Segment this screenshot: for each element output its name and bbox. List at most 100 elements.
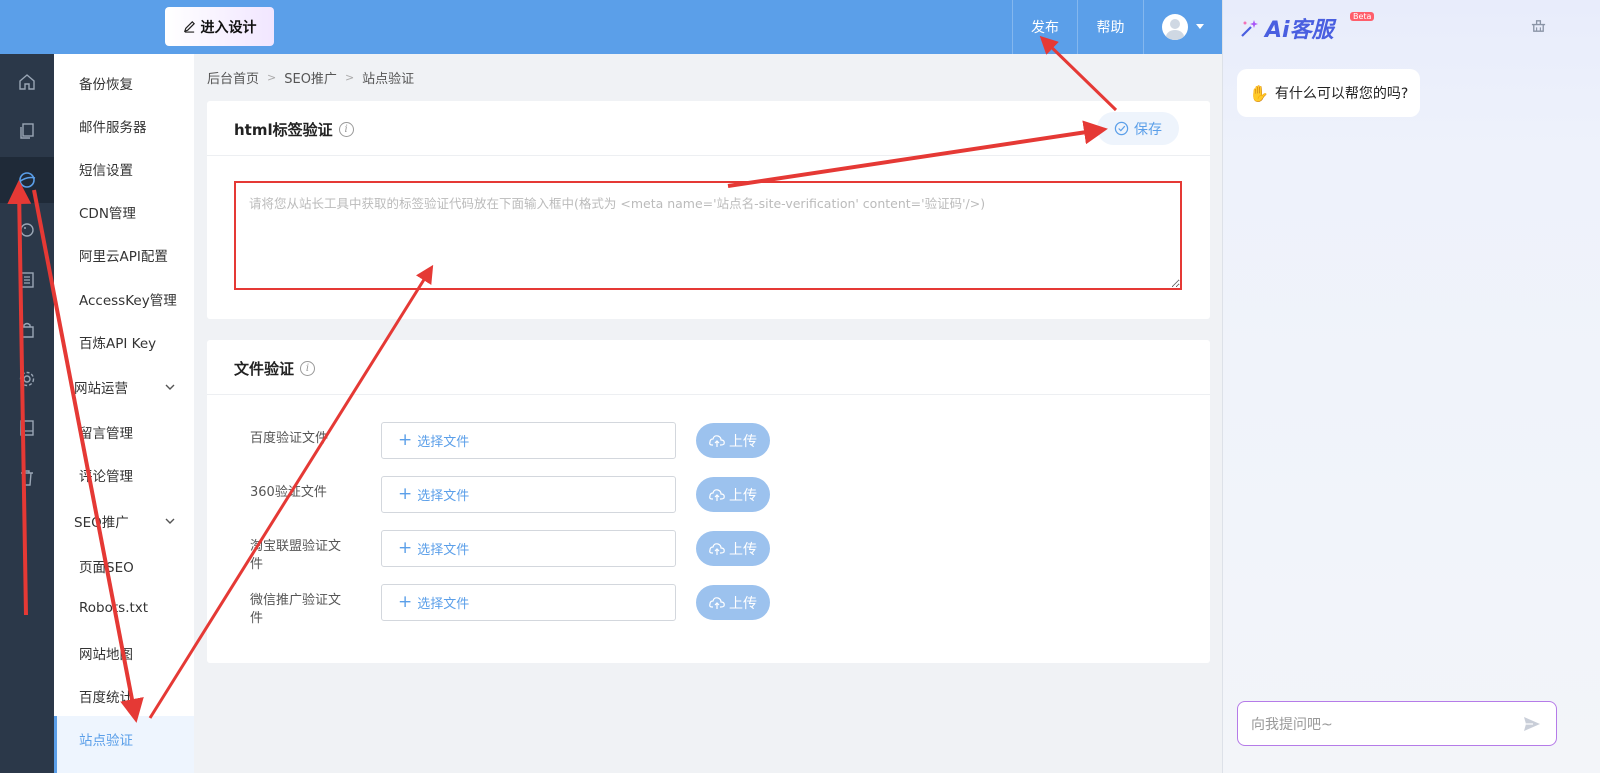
file-verify-title-text: 文件验证 xyxy=(234,360,295,378)
choose-file-button[interactable]: + 选择文件 xyxy=(381,530,676,567)
info-icon[interactable]: i xyxy=(338,122,354,137)
menu-item-sitemap[interactable]: 网站地图 xyxy=(79,643,133,663)
info-icon[interactable]: i xyxy=(300,361,316,376)
upload-label: 上传 xyxy=(729,433,757,450)
meta-tag-placeholder: 请将您从站长工具中获取的标签验证代码放在下面输入框中(格式为 <meta nam… xyxy=(249,196,986,211)
breadcrumb: 后台首页 > SEO推广 > 站点验证 xyxy=(207,68,414,87)
choose-file-label: 选择文件 xyxy=(417,489,470,504)
globe-icon[interactable] xyxy=(13,166,41,194)
file-row-baidu: 百度验证文件 + 选择文件 上传 xyxy=(207,422,807,462)
upload-label: 上传 xyxy=(729,595,757,612)
file-row-label: 360验证文件 xyxy=(250,485,327,500)
file-row-360: 360验证文件 + 选择文件 上传 xyxy=(207,476,807,516)
file-row-label: 淘宝联盟验证文件 xyxy=(250,539,342,572)
chevron-down-icon xyxy=(165,518,175,524)
send-icon[interactable] xyxy=(1522,714,1542,734)
file-row-wechat: 微信推广验证文件 + 选择文件 上传 xyxy=(207,584,807,626)
file-verify-title: 文件验证 i xyxy=(234,358,316,379)
menu-item-accesskey[interactable]: AccessKey管理 xyxy=(79,289,177,309)
file-row-label: 百度验证文件 xyxy=(250,431,329,446)
book-icon[interactable] xyxy=(13,414,41,442)
beta-badge: Beta xyxy=(1350,12,1375,21)
trash-icon[interactable] xyxy=(13,464,41,492)
choose-file-button[interactable]: + 选择文件 xyxy=(381,422,676,459)
breadcrumb-separator: > xyxy=(267,71,277,84)
divider xyxy=(207,155,1210,156)
greeting-bubble: ✋ 有什么可以帮您的吗? xyxy=(1237,69,1421,117)
breadcrumb-current: 站点验证 xyxy=(362,72,415,87)
wave-hand-icon: ✋ xyxy=(1249,83,1269,103)
cloud-upload-icon xyxy=(709,596,725,609)
save-label: 保存 xyxy=(1134,121,1162,138)
menu-group-seo[interactable]: SEO推广 xyxy=(74,511,129,531)
pages-icon[interactable] xyxy=(13,117,41,145)
edit-icon xyxy=(183,21,195,33)
enter-design-label: 进入设计 xyxy=(200,19,257,36)
list-icon[interactable] xyxy=(13,266,41,294)
gear-icon[interactable] xyxy=(13,365,41,393)
greeting-text: 有什么可以帮您的吗? xyxy=(1274,86,1409,102)
file-row-label: 微信推广验证文件 xyxy=(250,593,342,626)
menu-item-page-seo[interactable]: 页面SEO xyxy=(79,556,134,576)
menu-item-messages[interactable]: 留言管理 xyxy=(79,422,133,442)
html-verify-title-text: html标签验证 xyxy=(234,121,333,139)
save-button[interactable]: 保存 xyxy=(1097,112,1179,145)
menu-item-aliyun-api[interactable]: 阿里云API配置 xyxy=(79,245,168,265)
meta-tag-textarea[interactable]: 请将您从站长工具中获取的标签验证代码放在下面输入框中(格式为 <meta nam… xyxy=(234,181,1182,290)
cloud-upload-icon xyxy=(709,488,725,501)
upload-label: 上传 xyxy=(729,487,757,504)
choose-file-label: 选择文件 xyxy=(417,435,470,450)
upload-button[interactable]: 上传 xyxy=(696,423,770,458)
menu-item-sms[interactable]: 短信设置 xyxy=(79,159,133,179)
upload-label: 上传 xyxy=(729,541,757,558)
upload-button[interactable]: 上传 xyxy=(696,531,770,566)
palette-icon[interactable] xyxy=(13,216,41,244)
ai-chat-panel: Ai客服 Beta ✋ 有什么可以帮您的吗? 向我提问吧~ xyxy=(1222,0,1600,773)
check-circle-icon xyxy=(1114,121,1129,136)
publish-label: 发布 xyxy=(1031,20,1059,36)
menu-item-site-verify[interactable]: 站点验证 xyxy=(79,729,133,749)
menu-item-mail-server[interactable]: 邮件服务器 xyxy=(79,116,147,136)
divider xyxy=(207,394,1210,395)
avatar xyxy=(1162,14,1188,40)
breadcrumb-home[interactable]: 后台首页 xyxy=(207,68,259,87)
menu-item-backup[interactable]: 备份恢复 xyxy=(79,73,133,93)
upload-button[interactable]: 上传 xyxy=(696,477,770,512)
file-verify-card: 文件验证 i 百度验证文件 + 选择文件 上传 360验证文件 + 选择文件 上传 … xyxy=(207,340,1210,663)
plus-icon: + xyxy=(398,538,413,558)
menu-item-bailian-key[interactable]: 百炼API Key xyxy=(79,332,156,352)
top-bar: 进入设计 发布 帮助 xyxy=(0,0,1222,54)
menu-item-robots[interactable]: Robots.txt xyxy=(79,600,148,616)
choose-file-button[interactable]: + 选择文件 xyxy=(381,476,676,513)
choose-file-label: 选择文件 xyxy=(417,543,470,558)
bag-icon[interactable] xyxy=(13,316,41,344)
icon-sidebar xyxy=(0,54,54,773)
html-verify-title: html标签验证 i xyxy=(234,119,354,140)
settings-menu: 备份恢复 邮件服务器 短信设置 CDN管理 阿里云API配置 AccessKey… xyxy=(54,54,194,773)
chevron-down-icon xyxy=(165,384,175,390)
ai-logo-text: Ai客服 xyxy=(1265,18,1334,43)
cloud-upload-icon xyxy=(709,542,725,555)
plus-icon: + xyxy=(398,430,413,450)
choose-file-button[interactable]: + 选择文件 xyxy=(381,584,676,621)
upload-button[interactable]: 上传 xyxy=(696,585,770,620)
html-verify-card: html标签验证 i 保存 请将您从站长工具中获取的标签验证代码放在下面输入框中… xyxy=(207,101,1210,319)
help-button[interactable]: 帮助 xyxy=(1077,0,1143,54)
menu-item-cdn[interactable]: CDN管理 xyxy=(79,202,136,222)
caret-down-icon xyxy=(1196,24,1204,29)
clear-chat-icon[interactable] xyxy=(1530,17,1547,34)
chat-input[interactable]: 向我提问吧~ xyxy=(1237,701,1557,746)
menu-group-ops[interactable]: 网站运营 xyxy=(74,377,128,397)
file-row-taobao: 淘宝联盟验证文件 + 选择文件 上传 xyxy=(207,530,807,572)
chat-input-placeholder: 向我提问吧~ xyxy=(1251,716,1333,733)
publish-button[interactable]: 发布 xyxy=(1012,0,1077,54)
breadcrumb-seo[interactable]: SEO推广 xyxy=(284,68,337,87)
user-menu[interactable] xyxy=(1143,0,1222,54)
enter-design-button[interactable]: 进入设计 xyxy=(165,7,274,46)
plus-icon: + xyxy=(398,484,413,504)
ai-logo: Ai客服 xyxy=(1239,12,1334,44)
cloud-upload-icon xyxy=(709,434,725,447)
menu-item-comments[interactable]: 评论管理 xyxy=(79,465,133,485)
home-icon[interactable] xyxy=(13,68,41,96)
menu-item-baidu-stats[interactable]: 百度统计 xyxy=(79,686,133,706)
